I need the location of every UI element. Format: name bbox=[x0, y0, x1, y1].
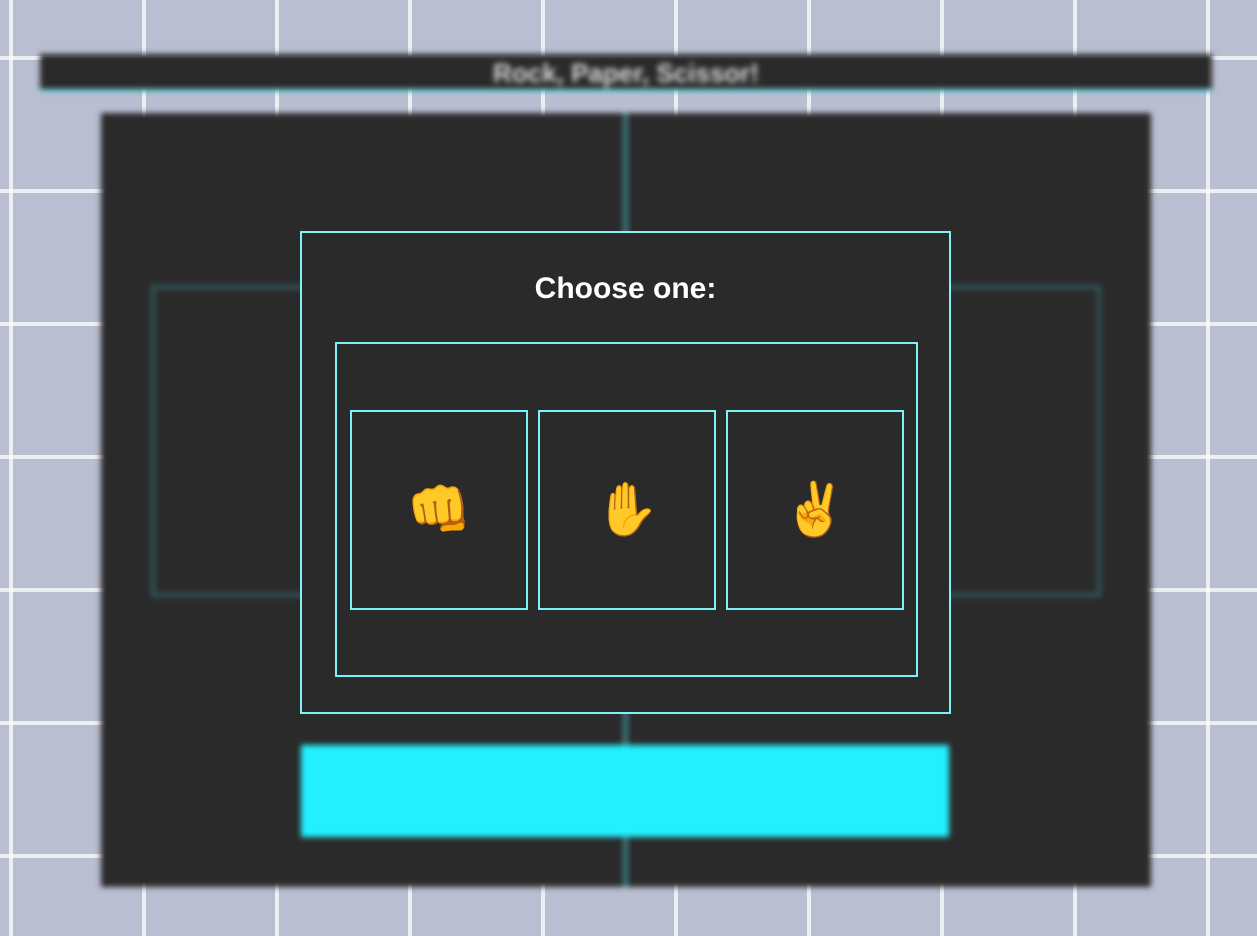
game-title: Rock, Paper, Scissor! bbox=[493, 58, 759, 88]
paper-button[interactable]: ✋ bbox=[538, 410, 716, 610]
game-title-bar: Rock, Paper, Scissor! bbox=[40, 54, 1212, 92]
dialog-title: Choose one: bbox=[534, 272, 717, 305]
scissors-button[interactable]: ✌️ bbox=[726, 410, 904, 610]
raised-hand-icon: ✋ bbox=[594, 481, 660, 539]
victory-hand-icon: ✌️ bbox=[782, 481, 848, 539]
play-button[interactable] bbox=[301, 745, 949, 837]
choice-list: 👊 ✋ ✌️ bbox=[335, 342, 918, 677]
rock-button[interactable]: 👊 bbox=[350, 410, 528, 610]
fist-icon: 👊 bbox=[406, 481, 472, 539]
choose-dialog: Choose one: 👊 ✋ ✌️ bbox=[300, 231, 951, 714]
